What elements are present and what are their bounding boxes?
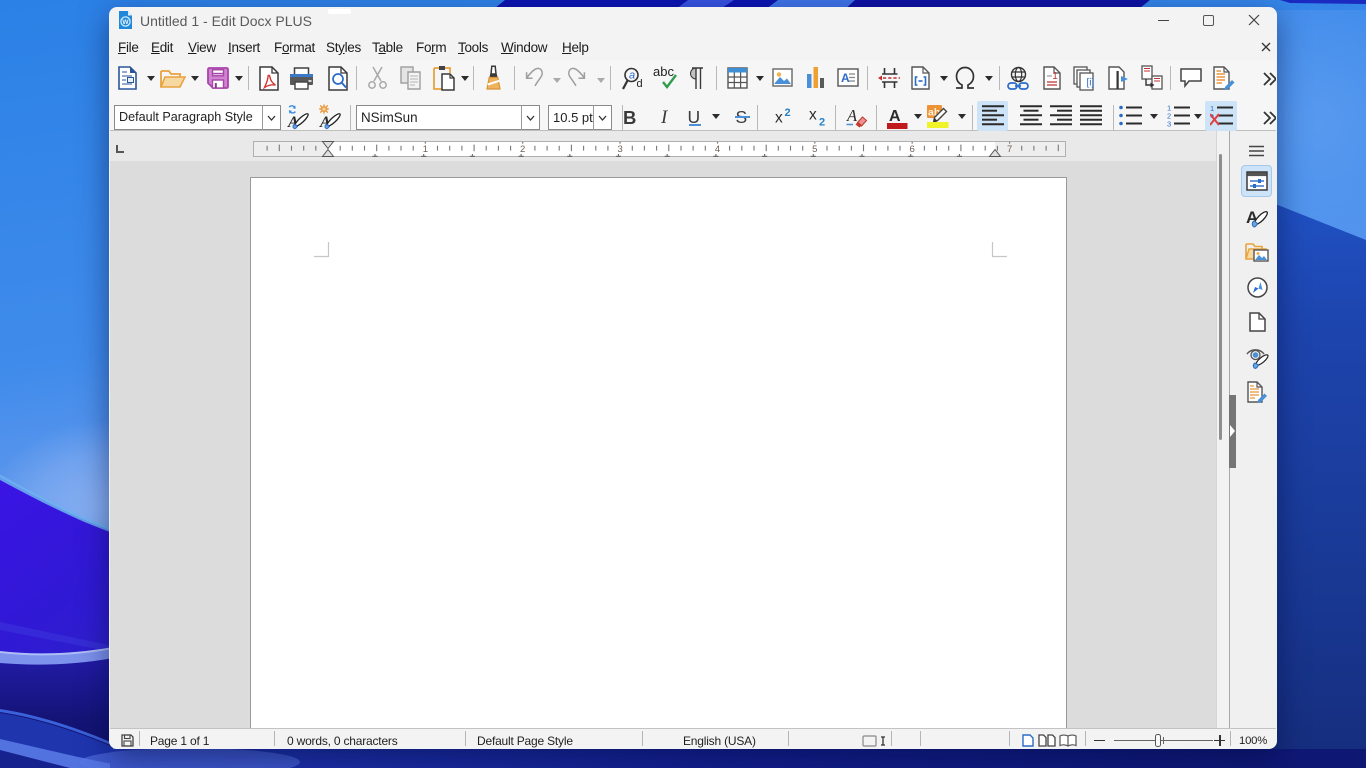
svg-text:3: 3 <box>617 144 622 155</box>
svg-text:2: 2 <box>520 144 525 155</box>
svg-text:6: 6 <box>910 144 915 155</box>
svg-text:7: 7 <box>1007 144 1012 155</box>
svg-text:4: 4 <box>715 144 720 155</box>
svg-text:1: 1 <box>423 144 428 155</box>
svg-text:5: 5 <box>812 144 817 155</box>
